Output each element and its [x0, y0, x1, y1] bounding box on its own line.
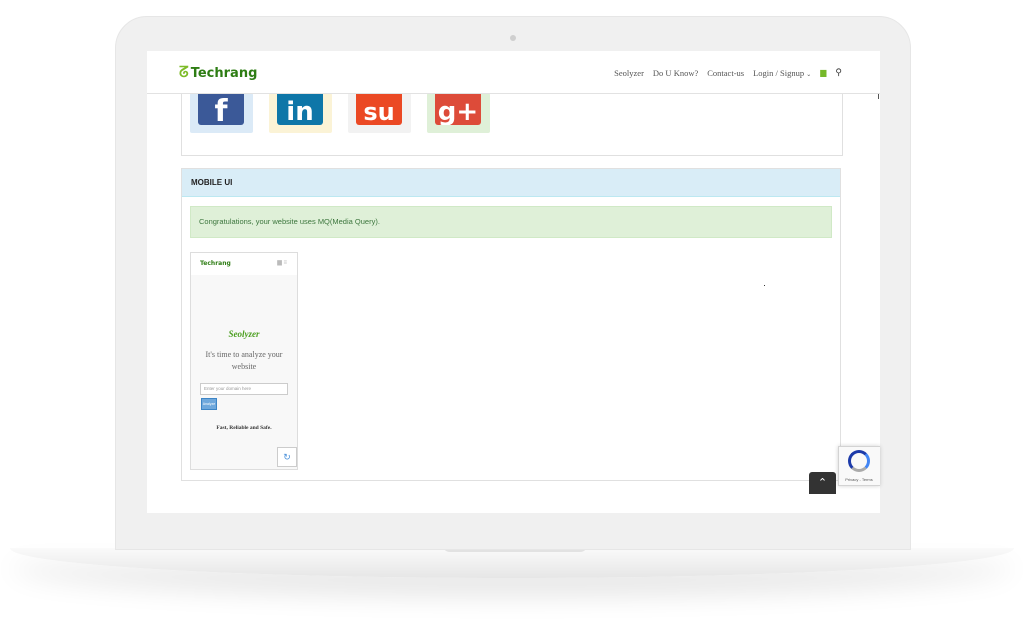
nav-do-u-know[interactable]: Do U Know?: [653, 68, 698, 78]
preview-analyze-button: Analyze: [201, 398, 217, 410]
stumbleupon-tile[interactable]: su: [348, 93, 411, 133]
googleplus-icon: g+: [435, 93, 481, 125]
chevron-up-icon: ⌃: [817, 477, 828, 489]
preview-title: Seolyzer: [228, 329, 260, 339]
recaptcha-icon: [848, 450, 870, 472]
chevron-down-icon: ⌄: [806, 71, 812, 78]
mobile-preview: Techrang ▆ ≡ Seolyzer It's time to analy…: [190, 252, 298, 470]
site-header: ᘔ Techrang Seolyzer Do U Know? Contact-us…: [147, 51, 880, 94]
preview-menu-icons: ▆ ≡: [277, 260, 287, 266]
nav-contact-us[interactable]: Contact-us: [707, 68, 744, 78]
scroll-to-top-button[interactable]: ⌃: [809, 472, 836, 494]
nav-seolyzer[interactable]: Seolyzer: [614, 68, 644, 78]
stray-dot: [764, 285, 765, 286]
laptop-screen: f in su g+ ᘔ Techrang Seolyzer Do U Know?…: [147, 51, 880, 513]
facebook-tile[interactable]: f: [190, 93, 253, 133]
preview-header: Techrang ▆ ≡: [191, 253, 297, 275]
success-alert: Congratulations, your website uses MQ(Me…: [190, 206, 832, 238]
preview-subtitle: It's time to analyze your website: [205, 350, 283, 371]
camera-dot: [510, 35, 516, 41]
preview-logo: Techrang: [200, 260, 231, 267]
logo-text: Techrang: [190, 66, 258, 81]
main-nav: Seolyzer Do U Know? Contact-us Login / S…: [614, 67, 842, 78]
preview-tagline: Fast, Reliable and Safe.: [216, 425, 272, 431]
search-icon[interactable]: ⚲: [835, 67, 842, 78]
cart-icon[interactable]: ▆: [820, 68, 826, 77]
nav-login-signup[interactable]: Login / Signup ⌄: [753, 68, 811, 78]
mobile-ui-panel: MOBILE UI Congratulations, your website …: [181, 168, 841, 481]
logo-mark-icon: ᘔ: [179, 63, 189, 81]
site-logo[interactable]: ᘔ Techrang: [179, 63, 257, 81]
linkedin-tile[interactable]: in: [269, 93, 332, 133]
panel-title: MOBILE UI: [182, 169, 840, 197]
nav-login-label: Login / Signup: [753, 67, 805, 78]
laptop-base: [10, 548, 1014, 578]
stumbleupon-icon: su: [356, 93, 402, 125]
facebook-icon: f: [198, 93, 244, 125]
recaptcha-label: Privacy - Terms: [845, 477, 873, 482]
recaptcha-badge[interactable]: Privacy - Terms: [838, 446, 880, 486]
preview-domain-input: Enter your domain here: [200, 383, 288, 395]
googleplus-tile[interactable]: g+: [427, 93, 490, 133]
preview-recaptcha-icon: ↻: [277, 447, 297, 467]
linkedin-icon: in: [277, 93, 323, 125]
